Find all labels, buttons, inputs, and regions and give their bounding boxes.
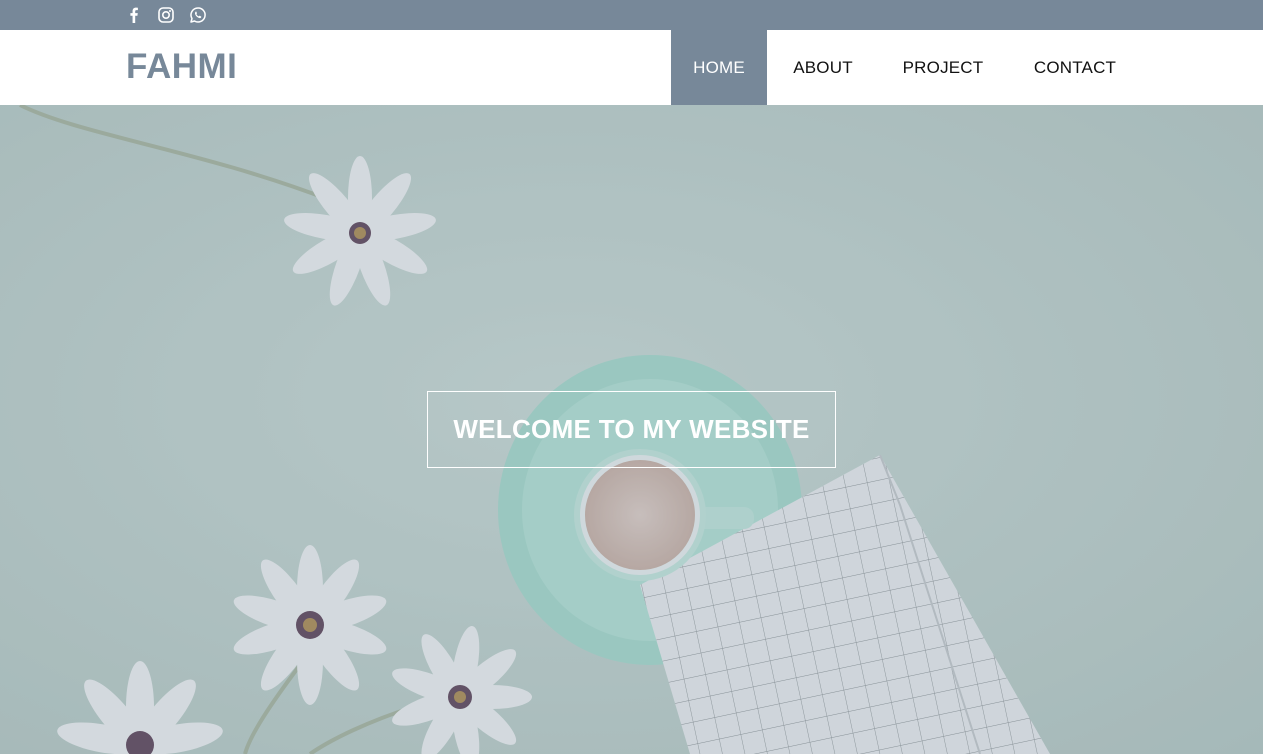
welcome-banner: WELCOME TO MY WEBSITE — [427, 391, 836, 468]
instagram-icon — [158, 7, 174, 23]
nav-item-contact[interactable]: CONTACT — [1007, 30, 1143, 105]
nav-item-about[interactable]: ABOUT — [767, 30, 879, 105]
nav-item-home[interactable]: HOME — [671, 30, 767, 105]
facebook-icon — [130, 7, 138, 23]
main-menu: HOME ABOUT PROJECT CONTACT — [671, 30, 1143, 105]
facebook-link[interactable] — [125, 6, 143, 24]
brand-logo-text[interactable]: FAHMI — [126, 47, 237, 87]
instagram-link[interactable] — [157, 6, 175, 24]
whatsapp-icon — [190, 7, 206, 23]
navbar: FAHMI HOME ABOUT PROJECT CONTACT — [0, 30, 1263, 105]
hero-section: WELCOME TO MY WEBSITE — [0, 105, 1263, 754]
top-bar — [0, 0, 1263, 30]
whatsapp-link[interactable] — [189, 6, 207, 24]
nav-item-project[interactable]: PROJECT — [879, 30, 1007, 105]
social-links — [125, 5, 207, 25]
